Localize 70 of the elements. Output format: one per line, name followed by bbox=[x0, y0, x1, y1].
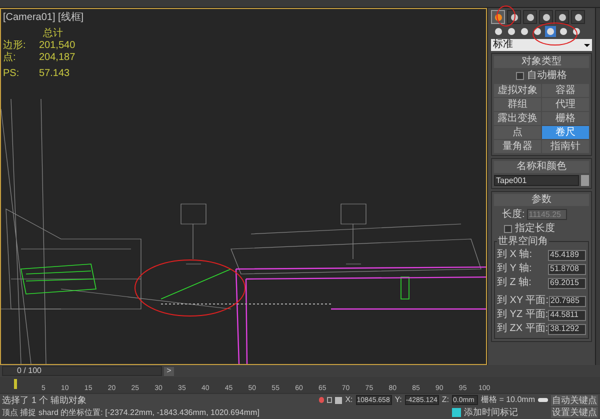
annotation-circle bbox=[496, 6, 516, 26]
auto-key-button[interactable]: 自动关键点 bbox=[551, 394, 598, 406]
prompt-text: 顶点 捕捉 shard 的坐标位置: [-2374.22mm, -1843.436mm, 1020.694mm] bbox=[2, 408, 260, 416]
y-label: Y: bbox=[394, 396, 402, 404]
hierarchy-tab[interactable] bbox=[523, 10, 537, 24]
rollout-title[interactable]: 名称和颜色 bbox=[494, 161, 589, 173]
object-type-button[interactable]: 卷尺 bbox=[542, 126, 589, 139]
category-dropdown[interactable]: 标准 bbox=[491, 39, 592, 51]
stat-value: 201,540 bbox=[39, 41, 76, 51]
angle-field[interactable]: 20.7985 bbox=[548, 296, 586, 306]
lock-icon[interactable] bbox=[319, 397, 324, 403]
angle-field[interactable]: 45.4189 bbox=[548, 250, 586, 260]
grid-size-text: 栅格 = 10.0mm bbox=[480, 396, 535, 404]
fps-label: PS: bbox=[3, 69, 20, 79]
object-type-button[interactable]: 虚拟对象 bbox=[494, 84, 541, 97]
angle-label: 到 XY 平面: bbox=[497, 296, 548, 306]
angle-label: 到 X 轴: bbox=[497, 250, 532, 260]
stat-label: 边形: bbox=[3, 41, 27, 51]
rollout-title[interactable]: 对象类型 bbox=[494, 56, 589, 68]
fps-value: 57.143 bbox=[39, 69, 70, 79]
group-title: 世界空间角 bbox=[497, 237, 549, 247]
angle-label: 到 Z 轴: bbox=[497, 278, 532, 288]
add-time-tag-text[interactable]: 添加时间标记 bbox=[464, 408, 548, 417]
display-tab[interactable] bbox=[555, 10, 569, 24]
category-icon[interactable] bbox=[558, 26, 569, 37]
angle-field[interactable]: 38.1292 bbox=[548, 324, 586, 334]
object-type-button[interactable]: 代理 bbox=[542, 98, 589, 111]
checkbox-label: 自动栅格 bbox=[527, 71, 567, 81]
z-label: Z: bbox=[442, 396, 449, 404]
object-type-button[interactable]: 指南针 bbox=[542, 140, 589, 153]
name-field[interactable]: Tape001 bbox=[494, 175, 579, 186]
object-type-button[interactable]: 容器 bbox=[542, 84, 589, 97]
category-icon[interactable] bbox=[545, 26, 556, 37]
angle-field[interactable]: 69.2015 bbox=[548, 278, 586, 288]
category-icon[interactable] bbox=[532, 26, 543, 37]
object-type-button[interactable]: 栅格 bbox=[542, 112, 589, 125]
annotation-circle bbox=[532, 22, 578, 46]
object-type-button[interactable]: 群组 bbox=[494, 98, 541, 111]
stats-header: 总计 bbox=[43, 29, 64, 39]
caret-icon bbox=[584, 44, 590, 46]
length-label: 长度: bbox=[502, 210, 525, 220]
object-type-button[interactable]: 量角器 bbox=[494, 140, 541, 153]
viewport[interactable]: [Camera01] [线框] 总计 边形: 201,540 点: 204,187 PS: 57.143 bbox=[0, 8, 487, 365]
checkbox-label: 指定长度 bbox=[515, 224, 555, 234]
angle-field[interactable]: 51.8708 bbox=[548, 264, 586, 274]
category-icon[interactable] bbox=[506, 26, 517, 37]
utilities-tab[interactable] bbox=[571, 10, 585, 24]
modify-tab[interactable] bbox=[507, 10, 521, 24]
object-type-button[interactable]: 露出变换 bbox=[494, 112, 541, 125]
stat-value: 204,187 bbox=[39, 53, 76, 63]
category-icon[interactable] bbox=[519, 26, 530, 37]
frame-counter[interactable]: 0 / 100 bbox=[2, 366, 162, 376]
stat-label: 点: bbox=[3, 53, 17, 63]
set-key-button[interactable]: 设置关键点 bbox=[551, 407, 598, 418]
category-icon[interactable] bbox=[493, 26, 504, 37]
selection-status: 选择了 1 个 辅助对象 bbox=[2, 396, 88, 404]
angle-label: 到 YZ 平面: bbox=[497, 310, 548, 320]
angle-label: 到 ZX 平面: bbox=[497, 324, 548, 334]
angle-field[interactable]: 44.5811 bbox=[548, 310, 586, 320]
x-label: X: bbox=[345, 396, 353, 404]
frame-marker[interactable] bbox=[14, 379, 17, 389]
viewport-label[interactable]: [Camera01] [线框] bbox=[3, 13, 84, 23]
checkbox[interactable] bbox=[504, 225, 512, 233]
motion-tab[interactable] bbox=[539, 10, 553, 24]
color-swatch[interactable] bbox=[581, 175, 589, 186]
object-type-button[interactable]: 点 bbox=[494, 126, 541, 139]
checkbox[interactable] bbox=[516, 72, 524, 80]
next-frame-button[interactable]: > bbox=[164, 366, 174, 376]
rollout-title[interactable]: 参数 bbox=[494, 194, 589, 206]
angle-label: 到 Y 轴: bbox=[497, 264, 532, 274]
